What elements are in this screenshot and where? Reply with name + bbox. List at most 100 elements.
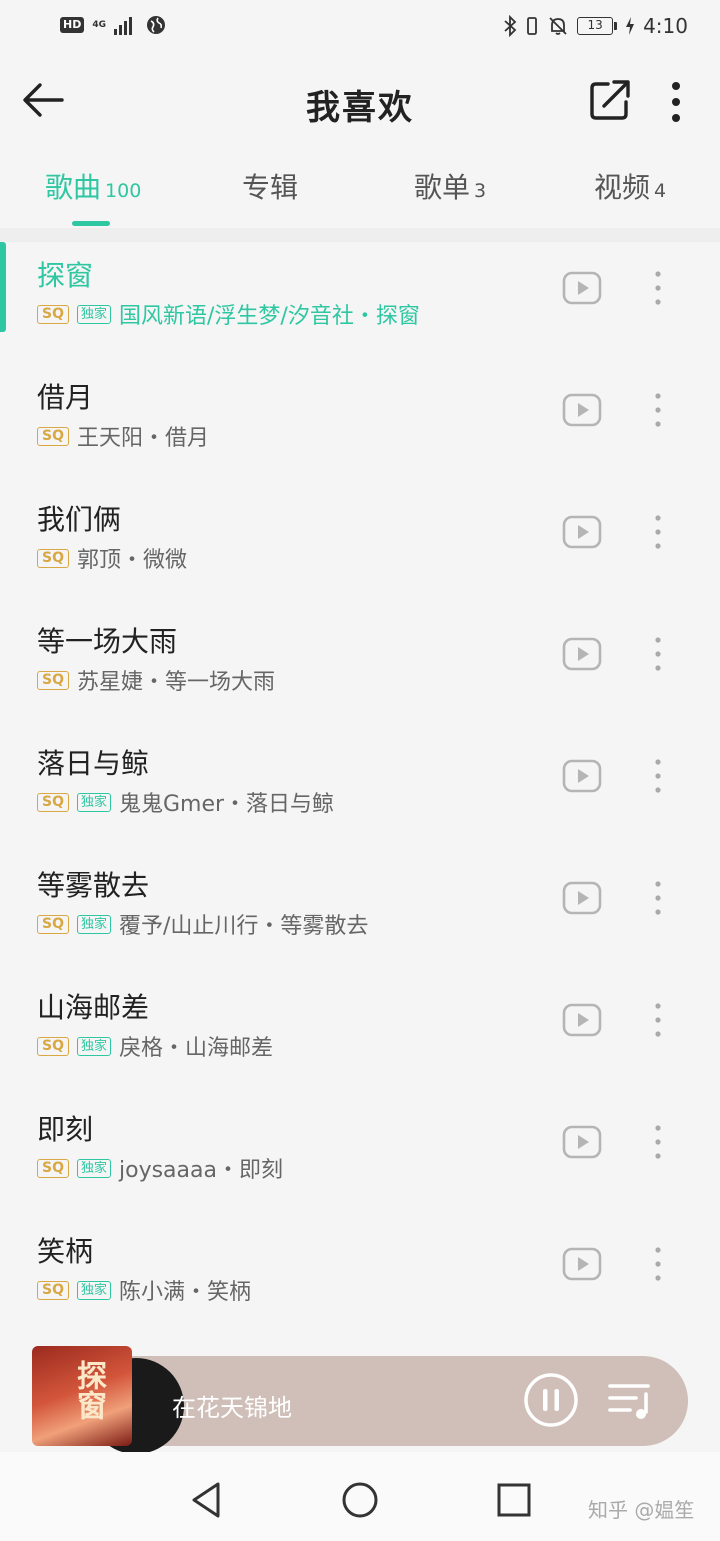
status-bar: HD 4G 13 4:10: [0, 0, 720, 56]
song-artist: 苏星婕・等一场大雨: [76, 670, 275, 695]
song-more-button[interactable]: [640, 388, 676, 432]
song-row[interactable]: 落日与鲸 SQ 独家 鬼鬼Gmer・落日与鲸: [0, 730, 720, 852]
song-list: 探窗 SQ 独家 国风新语/浮生梦/汐音社・探窗 借月 SQ 王天阳・借月 我们…: [0, 242, 720, 1340]
share-icon: [590, 80, 630, 120]
vertical-dots-icon: [655, 393, 661, 427]
song-more-button[interactable]: [640, 1120, 676, 1164]
video-play-icon: [562, 1125, 602, 1159]
song-artist: joysaaaa・即刻: [119, 1158, 283, 1183]
song-title: 笑柄: [37, 1235, 94, 1268]
song-meta: SQ 王天阳・借月: [37, 420, 209, 452]
share-button[interactable]: [586, 76, 634, 124]
vertical-dots-icon: [655, 515, 661, 549]
battery-indicator: 13: [577, 17, 618, 35]
vertical-dots-icon: [655, 1247, 661, 1281]
tab-playlists[interactable]: 歌单 3: [414, 166, 486, 206]
song-artist: 覆予/山止川行・等雾散去: [119, 914, 369, 939]
network-type: 4G: [92, 20, 106, 30]
mv-play-button[interactable]: [562, 756, 602, 796]
song-meta: SQ 苏星婕・等一场大雨: [37, 664, 275, 696]
song-row[interactable]: 我们俩 SQ 郭顶・微微: [0, 486, 720, 608]
song-row[interactable]: 笑柄 SQ 独家 陈小满・笑柄: [0, 1218, 720, 1340]
nav-recents-button[interactable]: [494, 1480, 534, 1520]
tab-videos[interactable]: 视频 4: [594, 166, 666, 206]
circle-home-icon: [342, 1482, 378, 1518]
song-more-button[interactable]: [640, 998, 676, 1042]
cover-title: 探窗: [71, 1360, 106, 1420]
playlist-icon: [608, 1384, 650, 1419]
song-more-button[interactable]: [640, 754, 676, 798]
nav-home-button[interactable]: [340, 1480, 380, 1520]
tab-active-indicator: [72, 221, 110, 226]
song-meta: SQ 独家 覆予/山止川行・等雾散去: [37, 908, 368, 940]
exclusive-badge: 独家: [76, 304, 111, 324]
playlist-button[interactable]: [606, 1378, 656, 1424]
pause-icon: [524, 1373, 578, 1427]
song-more-button[interactable]: [640, 632, 676, 676]
exclusive-badge: 独家: [76, 1036, 111, 1056]
song-title: 等一场大雨: [37, 625, 178, 658]
watermark-text: 知乎 @媪笙: [588, 1498, 695, 1522]
signal-icon: [114, 17, 132, 35]
tab-songs[interactable]: 歌曲 100: [45, 166, 141, 206]
song-artist: 戾格・山海邮差: [119, 1036, 274, 1061]
more-options-button[interactable]: [656, 76, 696, 124]
tab-count: 100: [105, 180, 142, 202]
mv-play-button[interactable]: [562, 878, 602, 918]
video-play-icon: [562, 393, 602, 427]
sq-badge: SQ: [37, 1036, 69, 1056]
song-title: 等雾散去: [37, 869, 150, 902]
mute-bell-icon: [549, 17, 567, 35]
song-row[interactable]: 等雾散去 SQ 独家 覆予/山止川行・等雾散去: [0, 852, 720, 974]
song-row[interactable]: 即刻 SQ 独家 joysaaaa・即刻: [0, 1096, 720, 1218]
tab-bar: 歌曲 100 专辑 歌单 3 视频 4: [0, 150, 720, 228]
sq-badge: SQ: [37, 1158, 69, 1178]
song-more-button[interactable]: [640, 266, 676, 310]
song-meta: SQ 独家 鬼鬼Gmer・落日与鲸: [37, 786, 334, 818]
tab-label: 专辑: [242, 171, 299, 204]
song-row[interactable]: 山海邮差 SQ 独家 戾格・山海邮差: [0, 974, 720, 1096]
sq-badge: SQ: [37, 670, 69, 690]
pause-button[interactable]: [522, 1371, 580, 1429]
triangle-back-icon: [192, 1482, 220, 1518]
vertical-dots-icon: [655, 271, 661, 305]
exclusive-badge: 独家: [76, 792, 111, 812]
song-more-button[interactable]: [640, 876, 676, 920]
status-right: 13 4:10: [503, 14, 688, 38]
song-meta: SQ 独家 国风新语/浮生梦/汐音社・探窗: [37, 298, 420, 330]
mv-play-button[interactable]: [562, 512, 602, 552]
video-play-icon: [562, 515, 602, 549]
sq-badge: SQ: [37, 304, 69, 324]
tab-count: 4: [654, 180, 667, 202]
mv-play-button[interactable]: [562, 634, 602, 674]
video-play-icon: [562, 271, 602, 305]
video-play-icon: [562, 1247, 602, 1281]
video-play-icon: [562, 881, 602, 915]
mv-play-button[interactable]: [562, 1122, 602, 1162]
sq-badge: SQ: [37, 426, 69, 446]
song-more-button[interactable]: [640, 510, 676, 554]
video-play-icon: [562, 1003, 602, 1037]
mv-play-button[interactable]: [562, 268, 602, 308]
sq-badge: SQ: [37, 914, 69, 934]
tab-label: 歌曲: [45, 171, 102, 204]
mv-play-button[interactable]: [562, 1000, 602, 1040]
nav-back-button[interactable]: [186, 1480, 226, 1520]
song-artist: 陈小满・笑柄: [119, 1280, 252, 1305]
mv-play-button[interactable]: [562, 1244, 602, 1284]
mv-play-button[interactable]: [562, 390, 602, 430]
song-row[interactable]: 探窗 SQ 独家 国风新语/浮生梦/汐音社・探窗: [0, 242, 720, 364]
hd-indicator: HD: [60, 17, 85, 33]
song-title: 我们俩: [37, 503, 122, 536]
exclusive-badge: 独家: [76, 1158, 111, 1178]
song-more-button[interactable]: [640, 1242, 676, 1286]
status-time: 4:10: [643, 14, 688, 38]
battery-tip: [614, 22, 618, 30]
tab-albums[interactable]: 专辑: [242, 166, 298, 206]
now-playing-title[interactable]: 在花天锦地: [172, 1388, 292, 1423]
vertical-dots-icon: [655, 637, 661, 671]
player-artwork[interactable]: 探窗: [32, 1346, 184, 1454]
song-title: 即刻: [37, 1113, 94, 1146]
song-row[interactable]: 借月 SQ 王天阳・借月: [0, 364, 720, 486]
song-row[interactable]: 等一场大雨 SQ 苏星婕・等一场大雨: [0, 608, 720, 730]
